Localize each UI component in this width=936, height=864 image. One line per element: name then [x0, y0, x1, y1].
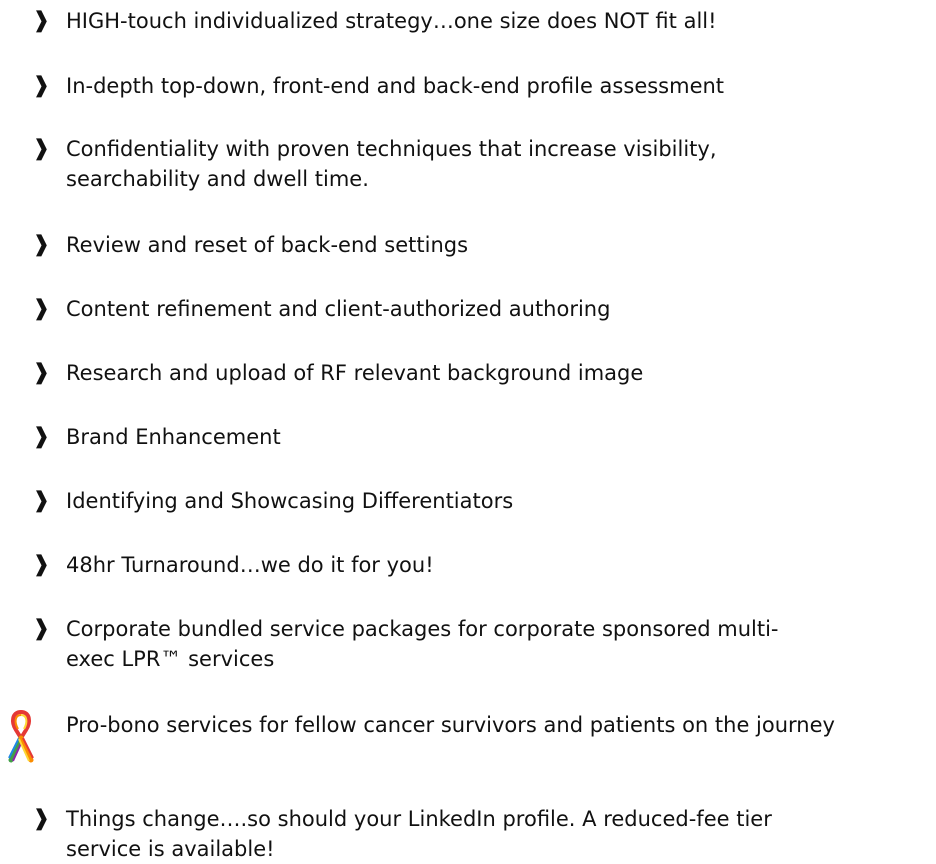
- chevron-bullet-icon: ❱: [32, 552, 51, 577]
- chevron-bullet-icon: ❱: [32, 424, 51, 449]
- list-item-text: Content refinement and client-authorized…: [66, 297, 611, 321]
- list-item-text: Things change….so should your LinkedIn p…: [66, 807, 772, 861]
- list-item-text: Corporate bundled service packages for c…: [66, 617, 779, 671]
- chevron-bullet-icon: ❱: [32, 136, 51, 161]
- chevron-bullet-icon: ❱: [32, 8, 51, 33]
- rainbow-awareness-ribbon-icon: [8, 709, 34, 763]
- list-item-text: HIGH-touch individualized strategy…one s…: [66, 9, 717, 33]
- list-item-text: In-depth top-down, front-end and back-en…: [66, 74, 725, 98]
- list-item-text: Pro-bono services for fellow cancer surv…: [66, 713, 835, 737]
- list-item-text: Brand Enhancement: [66, 425, 281, 449]
- list-item-text: Confidentiality with proven techniques t…: [66, 137, 717, 191]
- chevron-bullet-icon: ❱: [32, 296, 51, 321]
- list-item-text: Review and reset of back-end settings: [66, 233, 469, 257]
- chevron-bullet-icon: ❱: [32, 806, 51, 831]
- chevron-bullet-icon: ❱: [32, 616, 51, 641]
- chevron-bullet-icon: ❱: [32, 360, 51, 385]
- chevron-bullet-icon: ❱: [32, 488, 51, 513]
- list-item-text: Research and upload of RF relevant backg…: [66, 361, 644, 385]
- chevron-bullet-icon: ❱: [32, 73, 51, 98]
- list-item-text: 48hr Turnaround…we do it for you!: [66, 553, 434, 577]
- list-item-text: Identifying and Showcasing Differentiato…: [66, 489, 514, 513]
- chevron-bullet-icon: ❱: [32, 232, 51, 257]
